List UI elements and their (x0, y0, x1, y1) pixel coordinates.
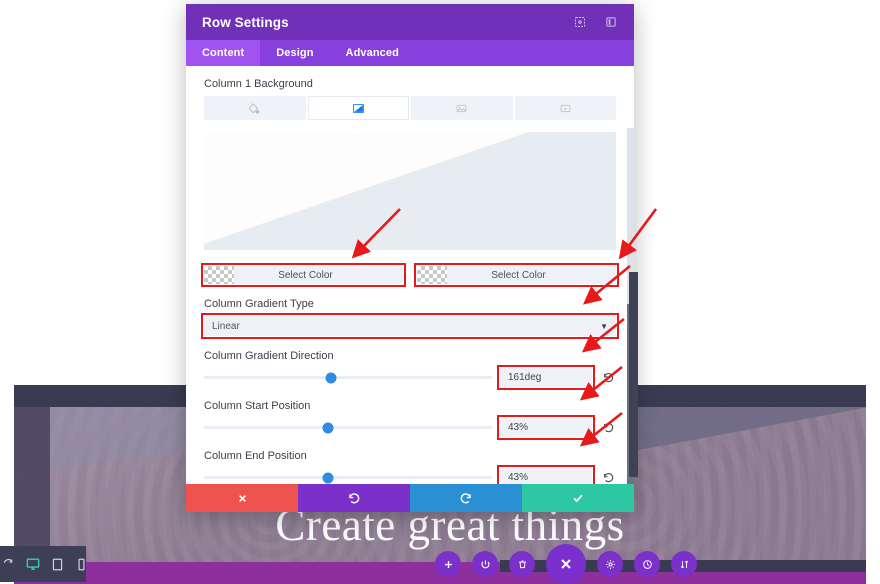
save-button[interactable] (522, 484, 634, 512)
history-icon[interactable] (634, 551, 660, 577)
panel-layout-icon[interactable] (604, 15, 618, 29)
gradient-type-label: Column Gradient Type (204, 298, 314, 310)
end-position-group: Column End Position 43% (204, 450, 616, 484)
tab-design[interactable]: Design (260, 40, 329, 66)
power-icon[interactable] (472, 551, 498, 577)
end-position-input[interactable]: 43% (497, 465, 595, 484)
outer-scrollbar[interactable] (629, 272, 638, 477)
row-settings-modal: Row Settings Content Design Advanced Col… (186, 4, 634, 512)
reset-icon[interactable] (600, 370, 616, 386)
gradient-direction-row: 161deg (204, 365, 616, 390)
expand-icon[interactable] (573, 15, 587, 29)
gradient-end-color-button[interactable]: Select Color (414, 263, 619, 287)
tab-content[interactable]: Content (186, 40, 261, 66)
desktop-preview-icon[interactable] (26, 557, 40, 572)
phone-rotate-icon[interactable] (2, 557, 15, 572)
cancel-button[interactable] (186, 484, 298, 512)
chevron-down-icon: ▼ (600, 321, 608, 331)
close-icon[interactable] (546, 544, 586, 584)
select-color-label: Select Color (491, 269, 546, 281)
slider-track (204, 476, 492, 479)
reset-icon[interactable] (600, 420, 616, 436)
screen: Create great things Row Settings Content… (0, 0, 880, 584)
background-color-tab[interactable] (204, 96, 306, 120)
gradient-color-row: Select Color Select Color (201, 263, 619, 287)
gradient-start-color-button[interactable]: Select Color (201, 263, 406, 287)
end-position-label: Column End Position (204, 450, 307, 462)
gradient-direction-slider[interactable] (204, 371, 492, 385)
gradient-direction-label: Column Gradient Direction (204, 350, 334, 362)
background-image-tab[interactable] (411, 96, 513, 120)
start-position-row: 43% (204, 415, 616, 440)
modal-body: Column 1 Background Select Color Select … (186, 66, 634, 484)
start-position-slider[interactable] (204, 421, 492, 435)
gradient-direction-group: Column Gradient Direction 161deg (204, 350, 616, 390)
column-background-label: Column 1 Background (204, 78, 313, 90)
gradient-direction-input[interactable]: 161deg (497, 365, 595, 390)
background-video-tab[interactable] (514, 96, 616, 120)
builder-floating-toolbar[interactable] (435, 544, 697, 584)
transparency-swatch (204, 266, 234, 284)
modal-header: Row Settings (186, 4, 634, 40)
phone-preview-icon[interactable] (75, 557, 88, 572)
modal-tabs[interactable]: Content Design Advanced (186, 40, 634, 66)
slider-knob[interactable] (322, 472, 334, 483)
background-gradient-tab[interactable] (307, 96, 409, 120)
slider-knob[interactable] (325, 372, 337, 383)
slider-track (204, 376, 492, 379)
sort-icon[interactable] (671, 551, 697, 577)
slider-knob[interactable] (322, 422, 334, 433)
background-type-tabs[interactable] (204, 96, 616, 120)
gradient-type-value: Linear (212, 320, 240, 332)
modal-header-icons (573, 15, 618, 29)
start-position-input[interactable]: 43% (497, 415, 595, 440)
page-title: Row Settings (202, 14, 289, 30)
tablet-preview-icon[interactable] (51, 557, 64, 572)
slider-track (204, 426, 492, 429)
transparency-swatch (417, 266, 447, 284)
end-position-slider[interactable] (204, 471, 492, 485)
tab-advanced[interactable]: Advanced (330, 40, 415, 66)
undo-button[interactable] (298, 484, 410, 512)
reset-icon[interactable] (600, 470, 616, 485)
start-position-group: Column Start Position 43% (204, 400, 616, 440)
gradient-preview (204, 132, 616, 250)
add-icon[interactable] (435, 551, 461, 577)
gear-icon[interactable] (597, 551, 623, 577)
select-color-label: Select Color (278, 269, 333, 281)
redo-button[interactable] (410, 484, 522, 512)
start-position-label: Column Start Position (204, 400, 311, 412)
end-position-row: 43% (204, 465, 616, 485)
gradient-type-select[interactable]: Linear ▼ (201, 313, 619, 339)
modal-footer-actions[interactable] (186, 484, 634, 512)
device-preview-toolbar[interactable] (0, 546, 86, 582)
trash-icon[interactable] (509, 551, 535, 577)
